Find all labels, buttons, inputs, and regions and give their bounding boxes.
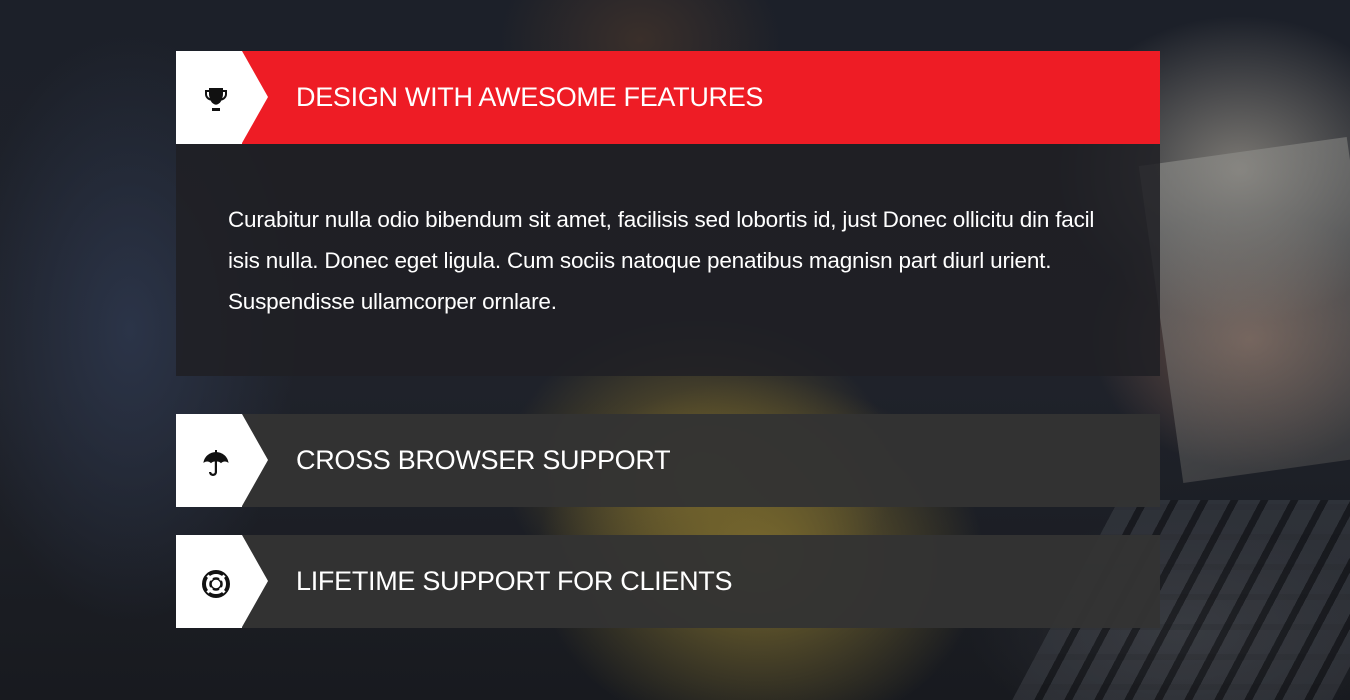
icon-box — [176, 535, 268, 628]
accordion-panel-text: Curabitur nulla odio bibendum sit amet, … — [228, 207, 1095, 314]
accordion-header-lifetime-support[interactable]: LIFETIME SUPPORT FOR CLIENTS — [176, 535, 1160, 628]
umbrella-icon — [203, 450, 229, 476]
accordion: DESIGN WITH AWESOME FEATURES Curabitur n… — [176, 51, 1160, 628]
trophy-icon — [205, 88, 227, 111]
icon-box — [176, 51, 268, 144]
lifebuoy-icon — [202, 570, 230, 598]
accordion-title: CROSS BROWSER SUPPORT — [296, 445, 671, 475]
accordion-item-lifetime-support: LIFETIME SUPPORT FOR CLIENTS — [176, 535, 1160, 628]
accordion-header-cross-browser[interactable]: CROSS BROWSER SUPPORT — [176, 414, 1160, 507]
accordion-item-design-features: DESIGN WITH AWESOME FEATURES Curabitur n… — [176, 51, 1160, 376]
accordion-item-cross-browser: CROSS BROWSER SUPPORT — [176, 414, 1160, 507]
accordion-panel-design-features: Curabitur nulla odio bibendum sit amet, … — [176, 144, 1160, 376]
accordion-title: DESIGN WITH AWESOME FEATURES — [296, 82, 764, 112]
accordion-header-design-features[interactable]: DESIGN WITH AWESOME FEATURES — [176, 51, 1160, 144]
accordion-title: LIFETIME SUPPORT FOR CLIENTS — [296, 566, 733, 596]
icon-box — [176, 414, 268, 507]
